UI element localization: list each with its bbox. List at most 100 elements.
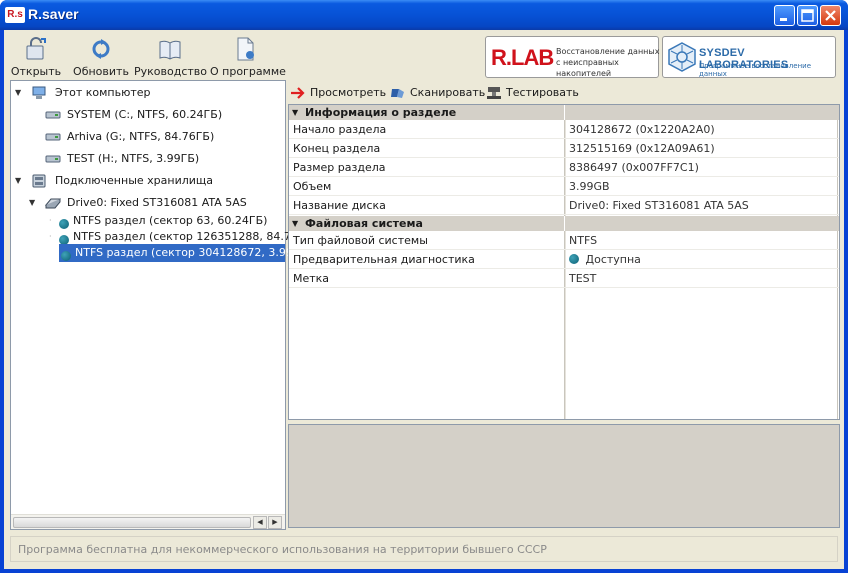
- status-bar: Программа бесплатна для некоммерческого …: [10, 536, 838, 562]
- tree-node-test[interactable]: TEST (H:, NTFS, 3.99ГБ): [45, 150, 285, 168]
- description-panel: [288, 424, 840, 528]
- computer-icon: [32, 86, 46, 99]
- scan-icon: [391, 89, 404, 98]
- properties-grid[interactable]: ▼ Информация о разделе Начало раздела 30…: [288, 104, 840, 420]
- open-folder-icon: [26, 37, 46, 60]
- red-arrow-icon: [291, 87, 305, 99]
- refresh-label: Обновить: [73, 65, 129, 78]
- view-button[interactable]: Просмотреть: [290, 84, 386, 102]
- category-divider: [564, 105, 565, 120]
- about-label: О программе: [210, 65, 286, 78]
- sysdev-logo-link[interactable]: SYSDEV LABORATORIES Программное восстано…: [662, 36, 836, 78]
- app-icon: R.s: [5, 7, 25, 23]
- drive-icon: [45, 155, 61, 163]
- tree-node-system[interactable]: SYSTEM (C:, NTFS, 60.24ГБ): [45, 106, 285, 124]
- test-button[interactable]: Тестировать: [486, 84, 579, 102]
- prop-value: 8386497 (0x007FF7C1): [569, 161, 699, 174]
- tree-label: TEST (H:, NTFS, 3.99ГБ): [67, 152, 200, 165]
- collapse-arrow-icon[interactable]: ▼: [15, 172, 25, 190]
- prop-key: Объем: [293, 180, 332, 193]
- title-bar[interactable]: R.s R.saver: [0, 0, 848, 30]
- book-icon: [159, 40, 181, 60]
- prop-key: Размер раздела: [293, 161, 386, 174]
- toolbar: Открыть Обновить Руководство О программе…: [4, 30, 844, 80]
- prop-row-end[interactable]: Конец раздела 312515169 (0x12A09A61): [289, 139, 839, 158]
- rlab-logo-link[interactable]: R.LAB Восстановление данных с неисправны…: [485, 36, 659, 78]
- prop-value: 312515169 (0x12A09A61): [569, 142, 715, 155]
- collapse-arrow-icon[interactable]: ▼: [15, 84, 25, 102]
- client-area: Открыть Обновить Руководство О программе…: [4, 30, 844, 569]
- tree-label: Arhiva (G:, NTFS, 84.76ГБ): [67, 130, 215, 143]
- prop-row-diagnostics[interactable]: Предварительная диагностика Доступна: [289, 250, 839, 269]
- document-info-icon: [237, 37, 254, 61]
- prop-row-fs-type[interactable]: Тип файловой системы NTFS: [289, 231, 839, 250]
- tree-label: SYSTEM (C:, NTFS, 60.24ГБ): [67, 108, 223, 121]
- prop-key: Конец раздела: [293, 142, 381, 155]
- scrollbar-thumb[interactable]: [13, 517, 251, 528]
- refresh-icon: [92, 39, 110, 59]
- category-partition-info[interactable]: ▼ Информация о разделе: [289, 105, 839, 120]
- prop-row-disk-name[interactable]: Название диска Drive0: Fixed ST316081 AT…: [289, 196, 839, 215]
- tree-connector: ·: [49, 232, 52, 241]
- tree-label: NTFS раздел (сектор 304128672, 3.99ГБ): [75, 246, 312, 259]
- manual-label: Руководство: [134, 65, 208, 78]
- tree-horizontal-scrollbar[interactable]: ◀ ▶: [11, 514, 285, 529]
- device-tree[interactable]: ▼ Этот компьютер SYSTEM (C:, NTFS, 60.24…: [10, 80, 316, 530]
- prop-value: 3.99GB: [569, 180, 610, 193]
- rlab-tagline: Восстановление данных с неисправных нако…: [556, 47, 660, 78]
- sysdev-subtitle: Программное восстановление данных: [699, 62, 812, 78]
- hard-disk-icon: [45, 198, 61, 209]
- drive-icon: [45, 111, 61, 119]
- collapse-arrow-icon[interactable]: ▼: [29, 194, 39, 212]
- status-dot-icon: [569, 254, 579, 264]
- open-button[interactable]: Открыть: [10, 34, 62, 78]
- prop-key: Тип файловой системы: [293, 234, 428, 247]
- tree-node-connected-storage[interactable]: ▼ Подключенные хранилища: [15, 172, 275, 190]
- action-bar: Просмотреть Сканировать Тестировать: [286, 82, 842, 104]
- category-label: Информация о разделе: [305, 106, 457, 119]
- scan-button[interactable]: Сканировать: [390, 84, 485, 102]
- prop-key: Метка: [293, 272, 330, 285]
- partition-dot-icon: [59, 216, 69, 229]
- tree-node-arhiva[interactable]: Arhiva (G:, NTFS, 84.76ГБ): [45, 128, 285, 146]
- prop-row-size[interactable]: Размер раздела 8386497 (0x007FF7C1): [289, 158, 839, 177]
- prop-row-volume[interactable]: Объем 3.99GB: [289, 177, 839, 196]
- window-title: R.saver: [28, 6, 79, 22]
- manual-button[interactable]: Руководство: [134, 34, 208, 78]
- category-divider: [564, 216, 565, 231]
- prop-value: TEST: [569, 272, 597, 285]
- collapse-arrow-icon[interactable]: ▼: [292, 216, 298, 231]
- storage-icon: [32, 174, 46, 188]
- maximize-button[interactable]: [797, 5, 818, 26]
- prop-row-label[interactable]: Метка TEST: [289, 269, 839, 288]
- partition-dot-icon: [59, 232, 69, 245]
- prop-key: Начало раздела: [293, 123, 387, 136]
- status-text: Программа бесплатна для некоммерческого …: [18, 543, 547, 556]
- prop-value-with-status: Доступна: [569, 250, 641, 269]
- category-file-system[interactable]: ▼ Файловая система: [289, 216, 839, 231]
- about-button[interactable]: О программе: [210, 34, 286, 78]
- category-label: Файловая система: [305, 217, 423, 230]
- tree-label: Drive0: Fixed ST316081 ATA 5AS: [67, 196, 247, 209]
- prop-row-start[interactable]: Начало раздела 304128672 (0x1220A2A0): [289, 120, 839, 139]
- close-button[interactable]: [820, 5, 841, 26]
- scan-label: Сканировать: [410, 86, 486, 99]
- maximize-icon: [801, 9, 814, 22]
- sysdev-hexagon-icon: [668, 42, 696, 72]
- app-window: R.s R.saver Открыть Обновить Руководство…: [0, 0, 848, 573]
- minimize-button[interactable]: [774, 5, 795, 26]
- tree-node-drive0[interactable]: ▼ Drive0: Fixed ST316081 ATA 5AS: [29, 194, 279, 212]
- scroll-right-arrow-icon[interactable]: ▶: [268, 516, 282, 529]
- view-label: Просмотреть: [310, 86, 387, 99]
- scroll-left-arrow-icon[interactable]: ◀: [253, 516, 267, 529]
- prop-key: Название диска: [293, 199, 386, 212]
- tree-node-partition-3-selected[interactable]: NTFS раздел (сектор 304128672, 3.99ГБ): [59, 244, 311, 262]
- prop-key: Предварительная диагностика: [293, 253, 475, 266]
- collapse-arrow-icon[interactable]: ▼: [292, 105, 298, 120]
- open-label: Открыть: [10, 65, 62, 78]
- prop-value: Доступна: [585, 253, 641, 266]
- refresh-button[interactable]: Обновить: [72, 34, 130, 78]
- test-stamp-icon: [487, 87, 501, 99]
- tree-node-this-computer[interactable]: ▼ Этот компьютер: [15, 84, 275, 102]
- prop-value: Drive0: Fixed ST316081 ATA 5AS: [569, 199, 749, 212]
